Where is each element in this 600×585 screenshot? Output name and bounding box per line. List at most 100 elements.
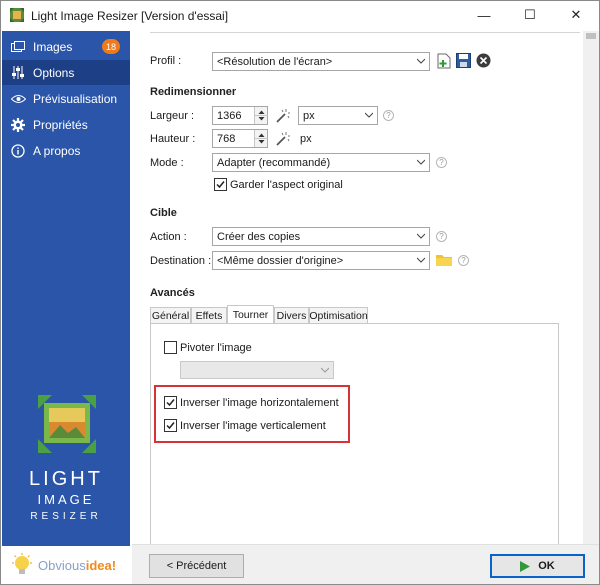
close-icon: ✕ [570,7,582,22]
vertical-scrollbar[interactable] [583,31,599,544]
app-window: Light Image Resizer [Version d'essai] — … [0,0,600,585]
scrollbar-thumb[interactable] [586,33,596,39]
rotate-label: Pivoter l'image [180,342,252,354]
sidebar-item-images[interactable]: Images 18 [2,34,130,59]
resize-heading: Redimensionner [150,86,237,98]
chevron-down-icon [417,159,425,165]
advanced-heading: Avancés [150,287,195,299]
footer-bar: < Précédent OK [132,544,599,584]
chevron-down-icon [417,257,425,263]
logo-text-resizer: RESIZER [30,511,102,522]
width-spinner[interactable] [254,107,268,124]
height-spinner[interactable] [254,130,268,147]
sidebar-item-label: Options [33,65,75,80]
checkmark-icon [216,181,225,189]
sidebar-item-label: Propriétés [33,117,88,132]
brand-name: Obviousidea! [38,558,116,573]
height-input[interactable]: 768 [212,129,268,148]
minimize-icon: — [477,7,491,23]
logo-text-image: IMAGE [37,492,95,507]
tab-label: Optimisation [309,310,368,322]
sidebar-item-properties[interactable]: Propriétés [2,112,130,137]
gear-icon [10,117,26,133]
tab-effects[interactable]: Effets [191,307,227,324]
unit-value: px [303,109,315,122]
sidebar-item-label: Images [33,39,73,54]
lightbulb-icon [12,553,32,574]
tab-label: Tourner [232,309,269,321]
profile-select[interactable]: <Résolution de l'écran> [212,52,430,71]
delete-profile-icon[interactable] [476,53,491,68]
action-select[interactable]: Créer des copies [212,227,430,246]
height-unit-label: px [300,133,312,145]
play-icon [520,560,531,572]
mode-help-icon[interactable]: ? [436,157,447,168]
eye-icon [10,91,26,107]
rotate-angle-select[interactable] [180,361,334,379]
chevron-down-icon [417,233,425,239]
sliders-icon [10,65,26,81]
tab-label: Général [151,310,190,322]
magic-wand-height-icon[interactable] [274,131,290,147]
sidebar-item-label: A propos [33,143,81,158]
app-logo-icon [10,8,24,22]
target-heading: Cible [150,207,177,219]
brand-suffix: idea! [85,557,117,573]
sidebar-item-preview[interactable]: Prévisualisation [2,86,130,111]
tab-optimization[interactable]: Optimisation [309,307,368,324]
mode-label: Mode : [150,157,184,169]
brand-prefix: Obvious [38,557,86,573]
product-logo-icon [38,395,96,453]
height-value: 768 [217,132,236,145]
window-title: Light Image Resizer [Version d'essai] [31,9,229,23]
width-value: 1366 [217,109,242,122]
highlight-box [154,385,350,443]
keep-aspect-label: Garder l'aspect original [230,179,343,191]
sidebar-item-options[interactable]: Options [2,60,130,85]
images-count-badge: 18 [102,39,120,54]
keep-aspect-checkbox[interactable] [214,178,227,191]
tab-misc[interactable]: Divers [274,307,309,324]
previous-button-label: < Précédent [166,560,227,572]
ok-button-label: OK [538,560,555,572]
options-panel: Profil : <Résolution de l'écran> Redimen… [132,31,583,545]
width-input[interactable]: 1366 [212,106,268,125]
mode-select[interactable]: Adapter (recommandé) [212,153,430,172]
rotate-tab-panel: Pivoter l'image Inverser l'image horizon… [150,323,559,545]
tab-general[interactable]: Général [150,307,191,324]
new-profile-icon[interactable] [437,53,451,69]
height-label: Hauteur : [150,133,196,145]
options-header-divider [150,25,580,33]
sidebar: Images 18 Options Prévisualisation Propr… [2,31,130,584]
sidebar-item-label: Prévisualisation [33,91,118,106]
destination-value: <Même dossier d'origine> [217,254,344,267]
mode-value: Adapter (recommandé) [217,156,331,169]
tab-label: Effets [195,310,223,322]
chevron-down-icon [417,58,425,64]
obviousidea-brand[interactable]: Obviousidea! [2,546,130,584]
unit-help-icon[interactable]: ? [383,110,394,121]
rotate-checkbox[interactable] [164,341,177,354]
chevron-down-icon [365,112,373,118]
images-icon [10,39,26,55]
logo-text-light: LIGHT [29,468,103,490]
sidebar-item-about[interactable]: A propos [2,138,130,163]
destination-select[interactable]: <Même dossier d'origine> [212,251,430,270]
chevron-down-icon [321,367,329,373]
unit-select[interactable]: px [298,106,378,125]
save-profile-icon[interactable] [456,53,471,68]
ok-button[interactable]: OK [490,554,585,578]
action-help-icon[interactable]: ? [436,231,447,242]
profile-value: <Résolution de l'écran> [217,55,333,68]
previous-button[interactable]: < Précédent [149,554,244,578]
magic-wand-width-icon[interactable] [274,108,290,124]
destination-help-icon[interactable]: ? [458,255,469,266]
width-label: Largeur : [150,110,195,122]
profile-label: Profil : [150,55,182,67]
folder-icon[interactable] [436,253,452,267]
action-value: Créer des copies [217,230,301,243]
tab-label: Divers [276,310,307,322]
maximize-icon: ☐ [524,7,536,22]
info-icon [10,143,26,159]
tab-rotate[interactable]: Tourner [227,305,274,324]
